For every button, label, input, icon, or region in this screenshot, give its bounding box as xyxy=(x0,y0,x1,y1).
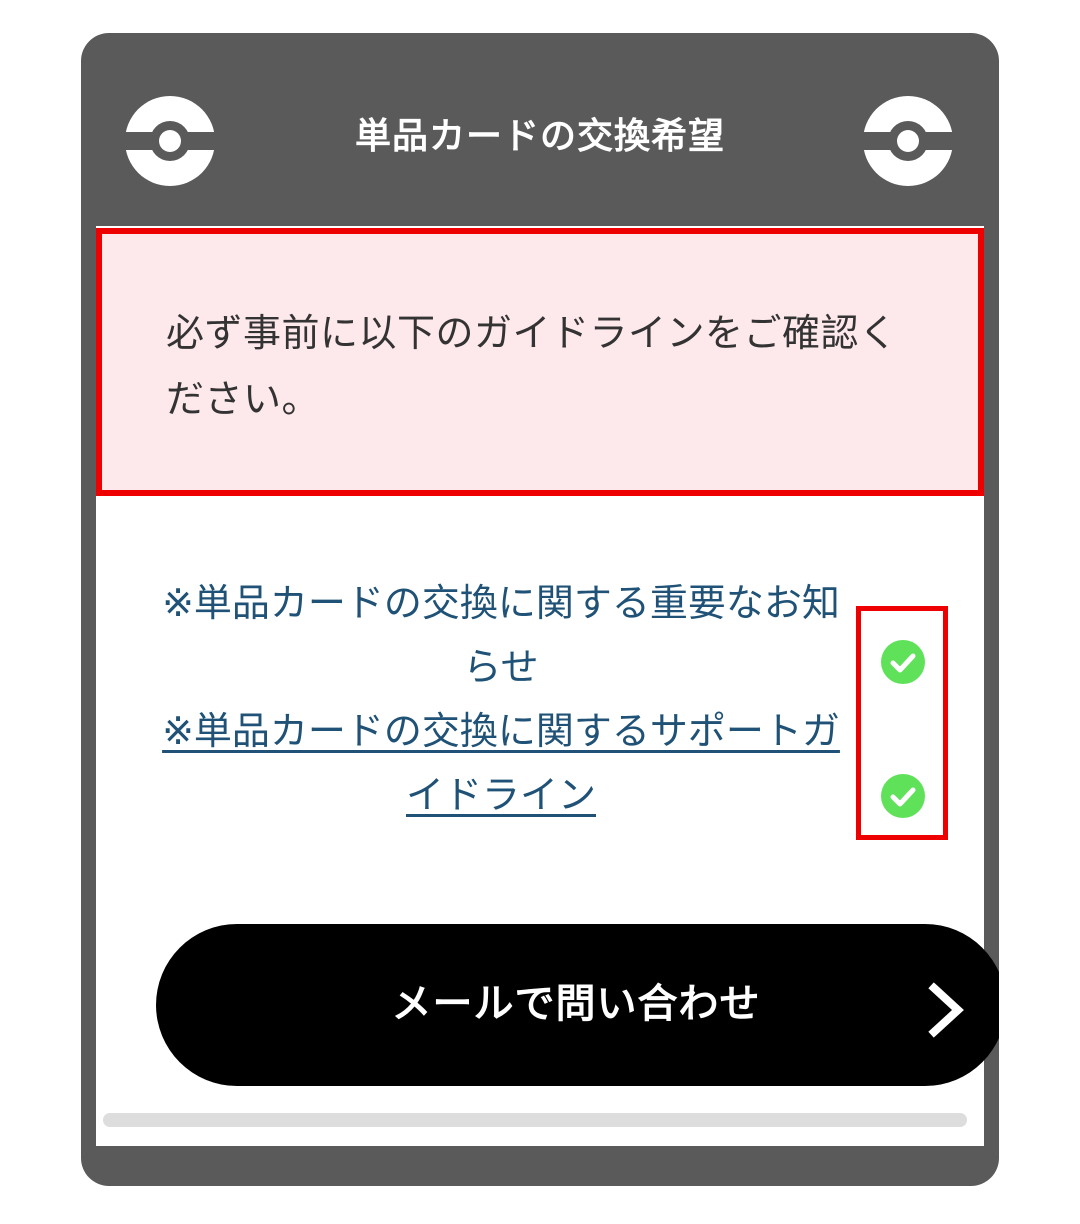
chevron-right-icon xyxy=(924,982,968,1038)
support-guideline-link[interactable]: ※単品カードの交換に関するサポートガイドライン xyxy=(156,699,846,827)
check-circle-icon xyxy=(881,774,925,818)
notice-text: 必ず事前に以下のガイドラインをご確認ください。 xyxy=(166,311,898,421)
page-title: 単品カードの交換希望 xyxy=(354,116,725,157)
checked-highlight-box xyxy=(856,606,948,840)
pokeball-icon xyxy=(863,96,953,186)
guideline-links: ※単品カードの交換に関する重要なお知らせ ※単品カードの交換に関するサポートガイ… xyxy=(156,571,846,827)
important-notice-link[interactable]: ※単品カードの交換に関する重要なお知らせ xyxy=(156,571,846,699)
horizontal-scrollbar[interactable] xyxy=(103,1113,967,1127)
card-content: 必ず事前に以下のガイドラインをご確認ください。 ※単品カードの交換に関する重要な… xyxy=(96,226,999,1146)
card-header: 単品カードの交換希望 xyxy=(81,33,999,233)
inquiry-card: 単品カードの交換希望 必ず事前に以下のガイドラインをご確認ください。 ※単品カー… xyxy=(81,33,999,1186)
guideline-notice: 必ず事前に以下のガイドラインをご確認ください。 xyxy=(96,228,984,496)
email-inquiry-label: メールで問い合わせ xyxy=(391,981,761,1027)
check-circle-icon xyxy=(881,640,925,684)
email-inquiry-button[interactable]: メールで問い合わせ xyxy=(156,924,999,1086)
